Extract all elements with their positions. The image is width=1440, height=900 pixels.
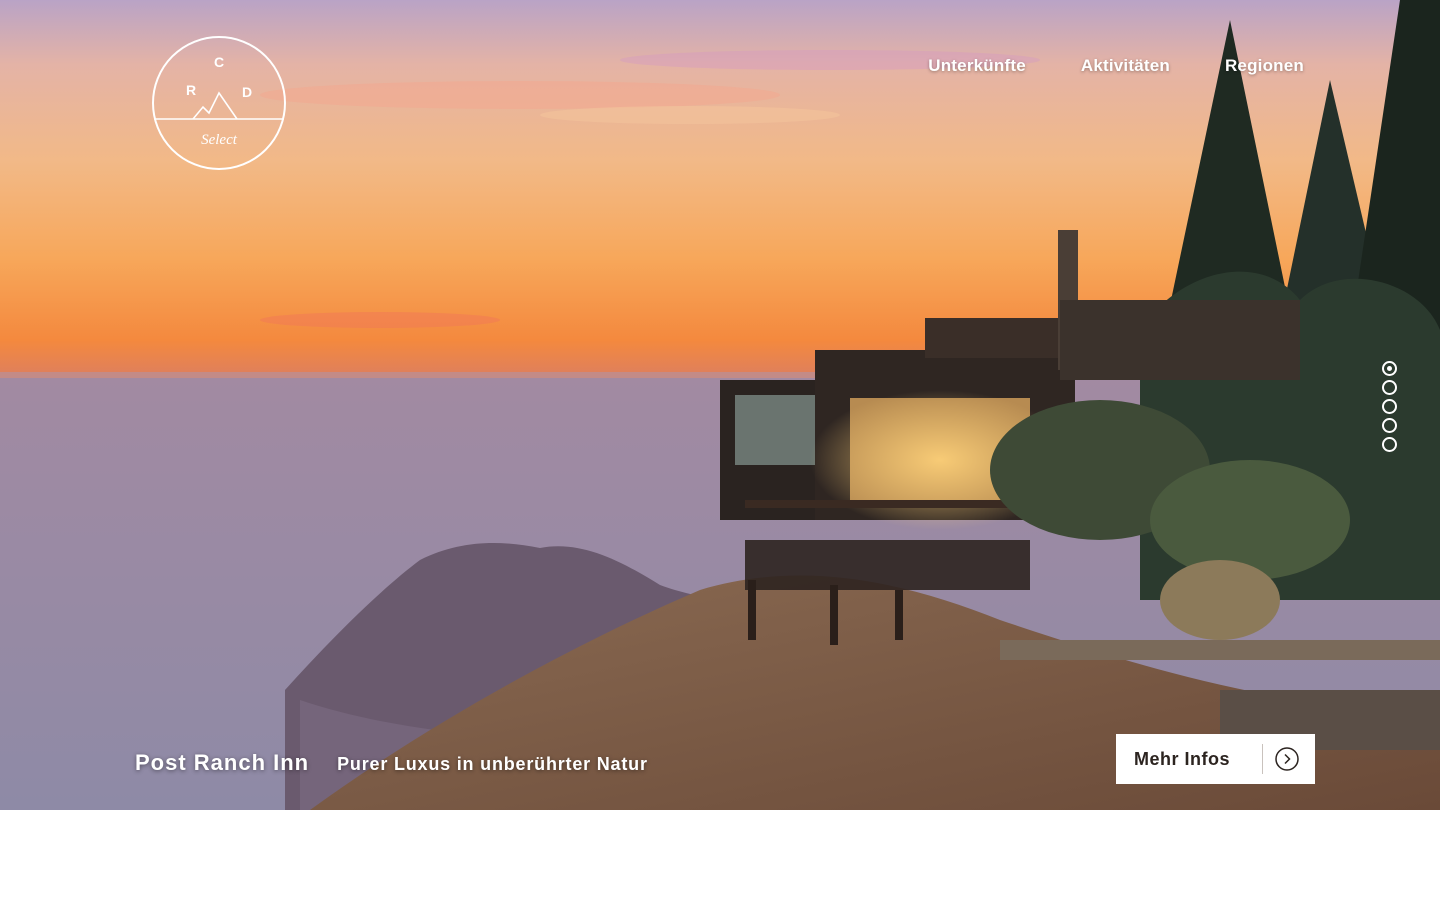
logo-letter-r: R: [186, 82, 196, 98]
main-nav: Unterkünfte Aktivitäten Regionen: [928, 56, 1304, 76]
nav-item-unterkuenfte[interactable]: Unterkünfte: [928, 56, 1026, 76]
logo-letter-c: C: [214, 54, 224, 70]
logo-script-text: Select: [201, 132, 238, 148]
nav-item-aktivitaeten[interactable]: Aktivitäten: [1081, 56, 1170, 76]
logo-letter-d: D: [242, 84, 252, 100]
brand-logo[interactable]: C R D Select: [151, 35, 287, 171]
slider-dot-2[interactable]: [1382, 380, 1397, 395]
button-divider: [1262, 744, 1263, 774]
hero-slider: C R D Select Unterkünfte Aktivitäten Reg…: [0, 0, 1440, 810]
more-info-button[interactable]: Mehr Infos: [1116, 734, 1315, 784]
slider-dot-1[interactable]: [1382, 361, 1397, 376]
more-info-label: Mehr Infos: [1134, 748, 1231, 769]
slider-dot-5[interactable]: [1382, 437, 1397, 452]
slider-dot-3[interactable]: [1382, 399, 1397, 414]
slider-pagination: [1382, 361, 1397, 452]
chevron-right-circle-icon: [1275, 747, 1299, 771]
slide-tagline: Purer Luxus in unberührter Natur: [337, 754, 648, 774]
slide-caption: Post Ranch Inn Purer Luxus in unberührte…: [135, 750, 648, 776]
nav-item-regionen[interactable]: Regionen: [1225, 56, 1304, 76]
slide-title: Post Ranch Inn: [135, 750, 310, 775]
slider-dot-4[interactable]: [1382, 418, 1397, 433]
